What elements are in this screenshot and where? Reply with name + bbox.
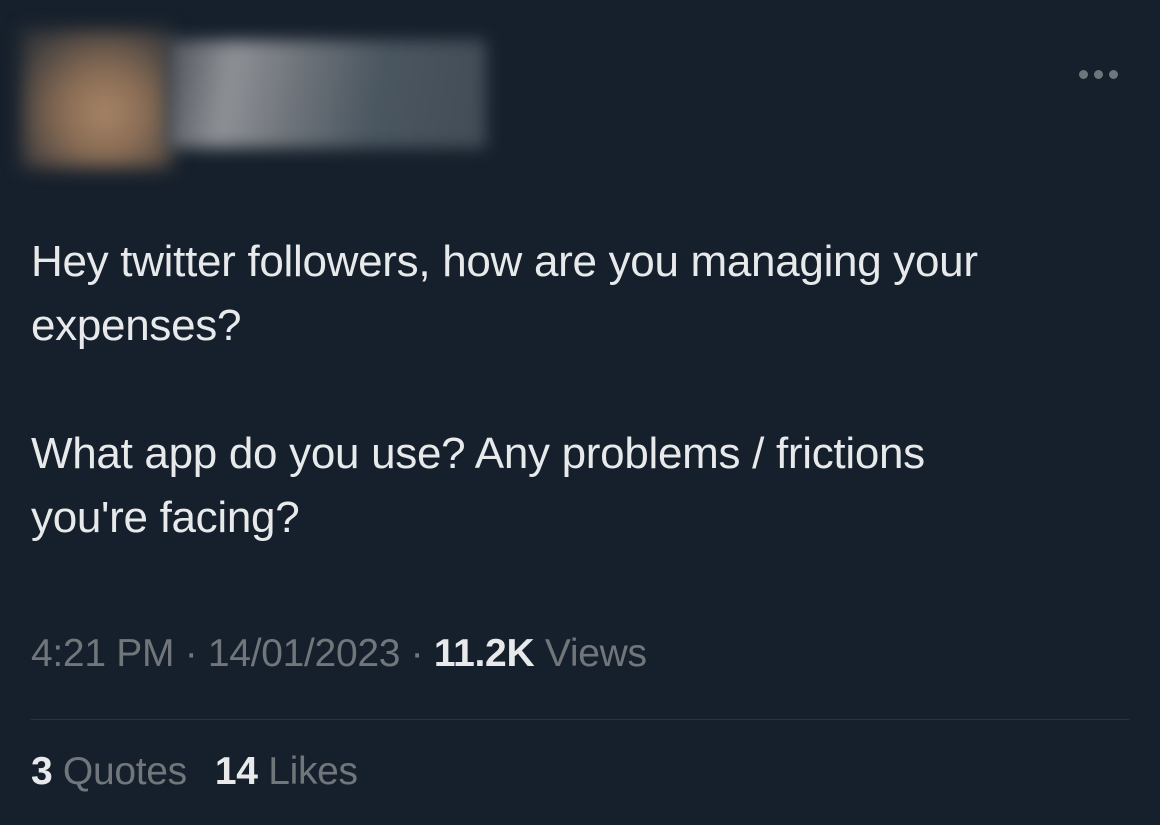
dot: [1109, 70, 1118, 79]
tweet-detail: Hey twitter followers, how are you manag…: [0, 0, 1160, 825]
tweet-paragraph: Hey twitter followers, how are you manag…: [31, 237, 978, 350]
quotes-link[interactable]: 3 Quotes: [31, 750, 187, 794]
dot: [1079, 70, 1088, 79]
quotes-count: 3: [31, 750, 53, 793]
meta-separator: ·: [174, 632, 208, 675]
tweet-time[interactable]: 4:21 PM: [31, 632, 174, 675]
tweet-paragraph: What app do you use? Any problems / fric…: [31, 429, 925, 542]
tweet-meta: 4:21 PM · 14/01/2023 · 11.2K Views: [31, 632, 647, 676]
tweet-text: Hey twitter followers, how are you manag…: [31, 230, 1121, 550]
quotes-label: Quotes: [52, 750, 187, 793]
views-count: 11.2K: [433, 632, 535, 675]
likes-label: Likes: [257, 750, 358, 793]
more-options-icon[interactable]: [1075, 66, 1122, 83]
dot: [1094, 70, 1103, 79]
author-avatar[interactable]: [22, 30, 172, 168]
author-name-redacted[interactable]: [168, 40, 486, 148]
views-label: Views: [534, 632, 647, 675]
meta-separator: ·: [400, 632, 434, 675]
divider: [31, 719, 1129, 720]
likes-link[interactable]: 14 Likes: [215, 750, 358, 794]
engagement-stats: 3 Quotes 14 Likes: [31, 750, 358, 794]
likes-count: 14: [214, 750, 258, 793]
tweet-date[interactable]: 14/01/2023: [208, 632, 401, 675]
